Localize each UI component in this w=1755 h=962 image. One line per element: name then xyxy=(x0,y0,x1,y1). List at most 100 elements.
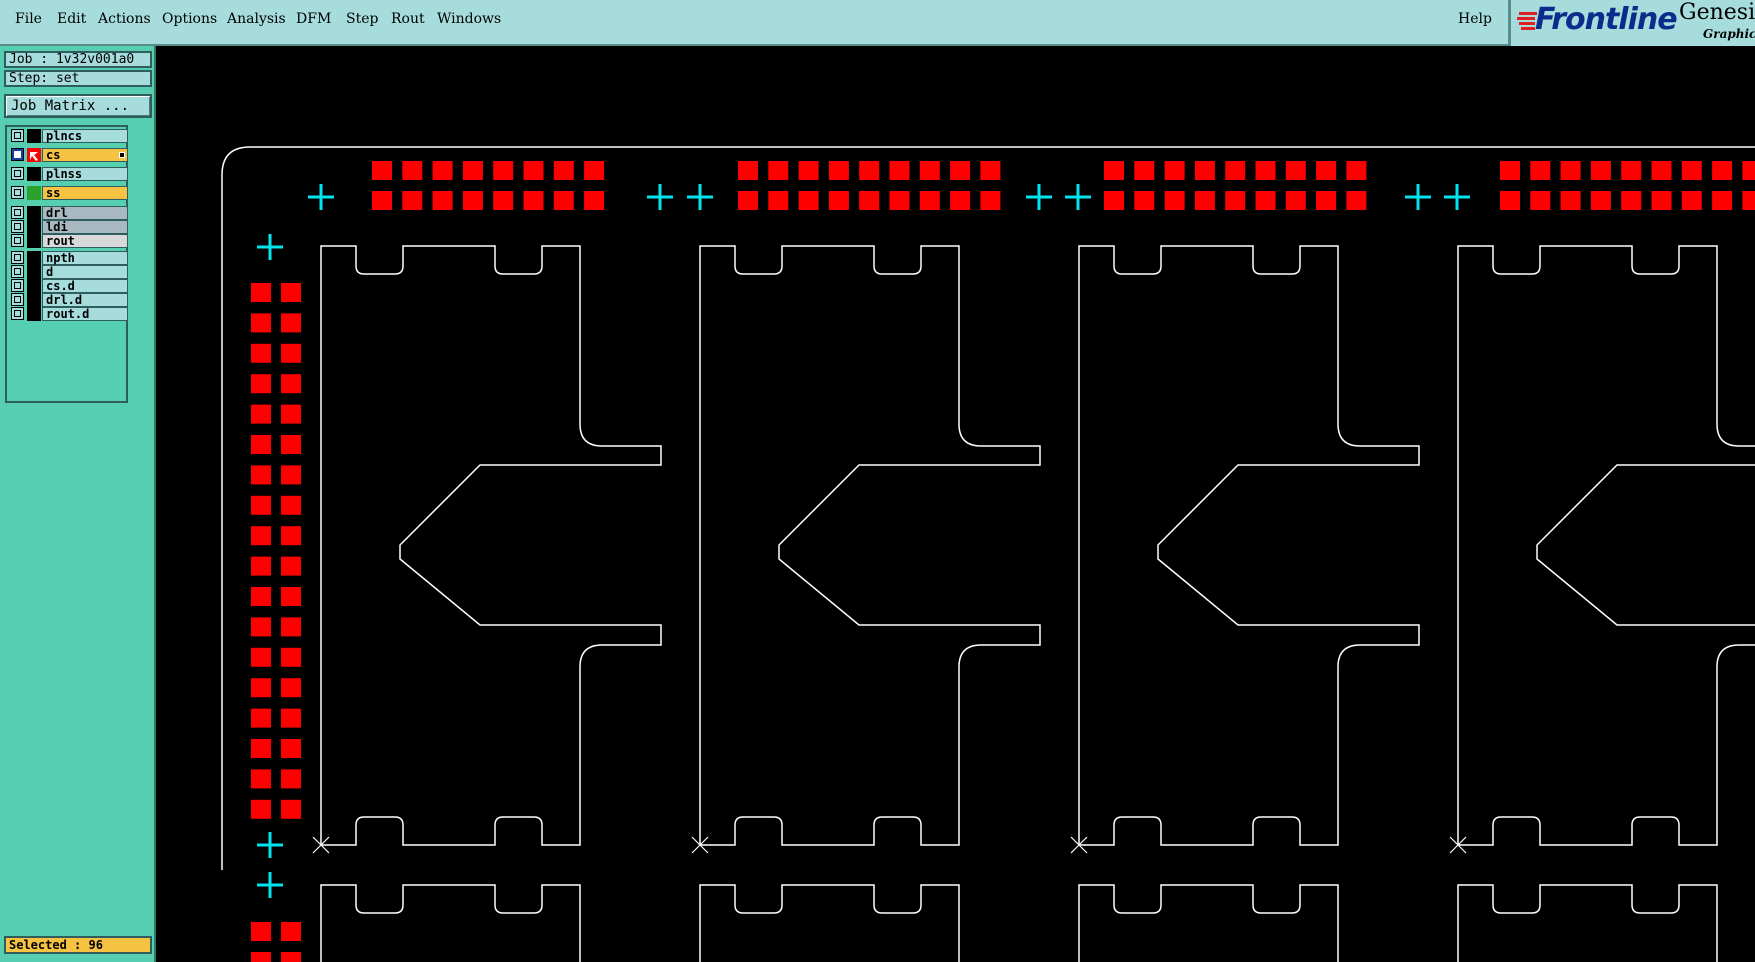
fiducial-cross xyxy=(257,832,283,858)
pcb-unit-outline-next-row xyxy=(1078,884,1339,962)
menu-rout[interactable]: Rout xyxy=(391,11,425,27)
layer-checkbox[interactable] xyxy=(11,279,24,292)
layer-row-drl-d[interactable]: drl.d xyxy=(9,293,128,307)
pad xyxy=(553,161,574,180)
pad xyxy=(1285,161,1306,180)
layer-color-swatch[interactable] xyxy=(27,234,41,248)
pad xyxy=(1681,191,1702,210)
pad xyxy=(859,161,880,180)
layer-checkbox[interactable] xyxy=(11,307,24,320)
pcb-unit-outline xyxy=(320,245,662,846)
layer-color-swatch[interactable] xyxy=(27,251,41,265)
layer-row-rout-d[interactable]: rout.d xyxy=(9,307,128,321)
layer-name[interactable]: npth xyxy=(42,251,128,265)
layer-name[interactable]: plncs xyxy=(42,129,128,143)
layer-name[interactable]: d xyxy=(42,265,128,279)
layer-name[interactable]: plnss xyxy=(42,167,128,181)
layer-row-ss[interactable]: ss xyxy=(9,186,128,200)
pad xyxy=(402,191,423,210)
pad xyxy=(281,283,301,302)
layer-checkbox[interactable] xyxy=(11,186,24,199)
menu-step[interactable]: Step xyxy=(346,11,378,27)
graphic-canvas[interactable] xyxy=(158,48,1755,962)
menu-help[interactable]: Help xyxy=(1458,11,1492,27)
layer-checkbox[interactable] xyxy=(11,129,24,142)
pad xyxy=(281,556,301,576)
pcb-unit-outline xyxy=(1457,245,1755,846)
layer-name[interactable]: drl.d xyxy=(42,293,128,307)
layer-row-plncs[interactable]: plncs xyxy=(9,129,128,143)
pad xyxy=(281,526,301,546)
pad xyxy=(1621,191,1642,210)
pad xyxy=(251,374,271,394)
layer-checkbox[interactable] xyxy=(11,234,24,247)
menu-analysis[interactable]: Analysis xyxy=(227,11,286,27)
cursor-arrow-icon xyxy=(30,152,38,161)
layer-color-swatch[interactable] xyxy=(27,206,41,220)
layer-name[interactable]: ss xyxy=(42,186,128,200)
layer-color-swatch[interactable] xyxy=(27,129,41,143)
layer-name[interactable]: drl xyxy=(42,206,128,220)
layer-color-swatch[interactable] xyxy=(27,186,41,200)
layer-row-plnss[interactable]: plnss xyxy=(9,167,128,181)
menu-file[interactable]: File xyxy=(15,11,42,27)
pad xyxy=(281,922,301,941)
pad xyxy=(493,191,514,210)
layer-name[interactable]: ldi xyxy=(42,220,128,234)
layer-name[interactable]: cs.d xyxy=(42,279,128,293)
layer-checkbox[interactable] xyxy=(11,167,24,180)
layer-color-swatch[interactable] xyxy=(27,307,41,321)
pad xyxy=(1285,191,1306,210)
layer-checkbox[interactable] xyxy=(11,148,24,161)
pad xyxy=(768,191,789,210)
pad xyxy=(432,191,453,210)
layer-color-swatch[interactable] xyxy=(27,220,41,234)
layer-name[interactable]: cs xyxy=(42,148,128,162)
layer-color-swatch[interactable] xyxy=(27,279,41,293)
layer-row-d[interactable]: d xyxy=(9,265,128,279)
pad xyxy=(1742,191,1755,210)
pad xyxy=(281,313,301,333)
pad xyxy=(768,161,789,180)
pcb-unit-outline-next-row xyxy=(1457,884,1718,962)
pad xyxy=(251,404,271,424)
selected-count: Selected : 96 xyxy=(4,936,152,954)
menu-options[interactable]: Options xyxy=(162,11,217,27)
layer-checkbox[interactable] xyxy=(11,220,24,233)
pad xyxy=(281,404,301,424)
layer-checkbox[interactable] xyxy=(11,251,24,264)
layer-checkbox[interactable] xyxy=(11,265,24,278)
layer-row-npth[interactable]: npth xyxy=(9,251,128,265)
layer-row-cs-d[interactable]: cs.d xyxy=(9,279,128,293)
layer-checkbox[interactable] xyxy=(11,293,24,306)
pcb-unit-outline xyxy=(699,245,1041,846)
layer-row-drl[interactable]: drl xyxy=(9,206,128,220)
pad xyxy=(1194,161,1215,180)
panel-outline xyxy=(221,146,1755,870)
pad xyxy=(1164,191,1185,210)
menu-windows[interactable]: Windows xyxy=(437,11,501,27)
layer-name[interactable]: rout.d xyxy=(42,307,128,321)
pad xyxy=(1346,191,1367,210)
layer-row-ldi[interactable]: ldi xyxy=(9,220,128,234)
layer-color-swatch[interactable] xyxy=(27,167,41,181)
menu-edit[interactable]: Edit xyxy=(57,11,86,27)
layer-color-swatch[interactable] xyxy=(27,148,41,162)
logo-tagline: Graphic E xyxy=(1703,27,1755,41)
layer-row-rout[interactable]: rout xyxy=(9,234,128,248)
layer-row-cs[interactable]: cs xyxy=(9,148,128,162)
pad xyxy=(523,161,544,180)
pad xyxy=(980,161,1001,180)
menu-actions[interactable]: Actions xyxy=(98,11,151,27)
layer-color-swatch[interactable] xyxy=(27,265,41,279)
pad xyxy=(251,313,271,333)
layer-checkbox[interactable] xyxy=(11,206,24,219)
layer-name[interactable]: rout xyxy=(42,234,128,248)
active-layer-marker xyxy=(119,152,125,158)
menu-dfm[interactable]: DFM xyxy=(296,11,331,27)
layer-color-swatch[interactable] xyxy=(27,293,41,307)
job-matrix-button[interactable]: Job Matrix ... xyxy=(4,94,152,118)
pad xyxy=(281,799,301,819)
fiducial-cross xyxy=(687,184,713,210)
pad xyxy=(251,587,271,606)
